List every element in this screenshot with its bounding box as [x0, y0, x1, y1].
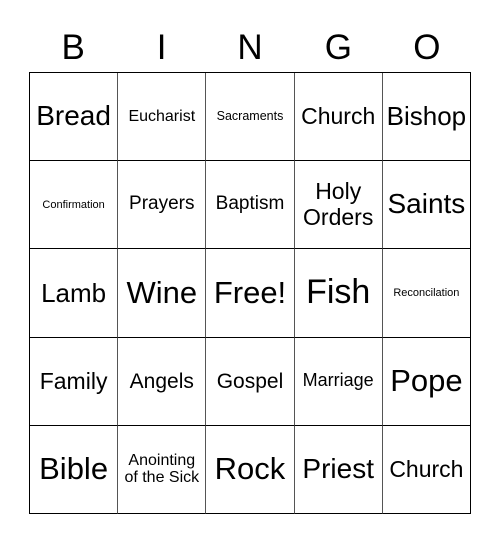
header-letter-b: B [61, 28, 85, 67]
header-letter-o: O [413, 28, 441, 67]
bingo-cell[interactable]: Pope [382, 337, 471, 426]
bingo-cell[interactable]: Church [382, 425, 471, 514]
bingo-cell[interactable]: Eucharist [118, 73, 207, 162]
bingo-cell[interactable]: Baptism [206, 161, 295, 250]
header-letter-n: N [237, 28, 263, 67]
bingo-cell[interactable]: Confirmation [30, 161, 119, 250]
bingo-grid: Bread Eucharist Sacraments Church Bishop… [29, 72, 471, 514]
bingo-cell[interactable]: Fish [294, 249, 383, 338]
bingo-cell[interactable]: Family [30, 337, 119, 426]
free-space[interactable]: Free! [206, 249, 295, 338]
bingo-cell[interactable]: Marriage [294, 337, 383, 426]
bingo-cell[interactable]: Prayers [118, 161, 207, 250]
bingo-header: B I N G O [29, 28, 471, 68]
bingo-cell[interactable]: Church [294, 73, 383, 162]
bingo-cell[interactable]: Priest [294, 425, 383, 514]
bingo-cell[interactable]: Sacraments [206, 73, 295, 162]
bingo-cell[interactable]: Lamb [30, 249, 119, 338]
bingo-cell[interactable]: Gospel [206, 337, 295, 426]
header-letter-i: I [156, 28, 167, 67]
bingo-cell[interactable]: Bishop [382, 73, 471, 162]
bingo-cell[interactable]: Reconcilation [382, 249, 471, 338]
bingo-cell[interactable]: Bible [30, 425, 119, 514]
bingo-cell[interactable]: Bread [30, 73, 119, 162]
bingo-cell[interactable]: Anointing of the Sick [118, 425, 207, 514]
bingo-cell[interactable]: Angels [118, 337, 207, 426]
header-letter-g: G [324, 28, 353, 67]
bingo-cell[interactable]: Rock [206, 425, 295, 514]
bingo-cell[interactable]: Holy Orders [294, 161, 383, 250]
bingo-cell[interactable]: Saints [382, 161, 471, 250]
bingo-cell[interactable]: Wine [118, 249, 207, 338]
